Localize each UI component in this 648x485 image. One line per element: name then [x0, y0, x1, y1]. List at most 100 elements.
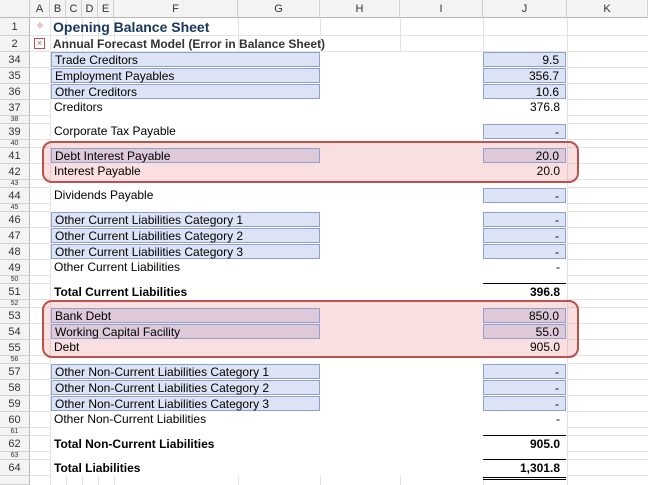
creditors-value[interactable]: 376.8	[483, 100, 566, 115]
row-header-60[interactable]: 60	[0, 412, 30, 428]
row-header-38[interactable]: 38	[0, 116, 30, 124]
debt-interest-input[interactable]: 20.0	[483, 148, 566, 163]
column-header-b[interactable]: B	[50, 0, 66, 18]
dividends-input[interactable]: -	[483, 188, 566, 203]
tncl-label: Total Non-Current Liabilities	[54, 437, 215, 451]
row-header-55[interactable]: 55	[0, 340, 30, 356]
row-header-57[interactable]: 57	[0, 364, 30, 380]
page-subtitle: Annual Forecast Model (Error in Balance …	[53, 37, 326, 51]
select-all-corner[interactable]	[0, 0, 30, 18]
ocl-label: Other Current Liabilities	[54, 260, 181, 274]
wcf-label: Working Capital Facility	[51, 324, 320, 339]
tcl-label: Total Current Liabilities	[54, 285, 188, 299]
page-title: Opening Balance Sheet	[53, 19, 210, 35]
row-header-54[interactable]: 54	[0, 324, 30, 340]
ocl2-input[interactable]: -	[483, 228, 566, 243]
row-header-47[interactable]: 47	[0, 228, 30, 244]
row-header-50[interactable]: 50	[0, 276, 30, 284]
column-header-g[interactable]: G	[238, 0, 320, 18]
spreadsheet-grid[interactable]: A B C D E F G H I J K 1 2 34 35 36 37 38…	[0, 0, 648, 485]
bank-debt-input[interactable]: 850.0	[483, 308, 566, 323]
ocl2-label: Other Current Liabilities Category 2	[51, 228, 320, 243]
row-header-58[interactable]: 58	[0, 380, 30, 396]
row-header-51[interactable]: 51	[0, 284, 30, 300]
column-header-d[interactable]: D	[82, 0, 98, 18]
column-header-k[interactable]: K	[567, 0, 648, 18]
ocl1-input[interactable]: -	[483, 212, 566, 227]
expand-group-icon[interactable]: ✧	[34, 21, 46, 33]
column-header-h[interactable]: H	[320, 0, 400, 18]
ocl3-input[interactable]: -	[483, 244, 566, 259]
other-creditors-label: Other Creditors	[51, 84, 320, 99]
row-header-61[interactable]: 61	[0, 428, 30, 436]
ocl-value[interactable]: -	[483, 260, 566, 275]
oncl-value[interactable]: -	[483, 412, 566, 427]
row-header-34[interactable]: 34	[0, 52, 30, 68]
column-header-i[interactable]: I	[400, 0, 483, 18]
row-header-1[interactable]: 1	[0, 18, 30, 36]
tl-label: Total Liabilities	[54, 461, 141, 475]
row-header-43[interactable]: 43	[0, 180, 30, 188]
oncl2-label: Other Non-Current Liabilities Category 2	[51, 380, 320, 395]
row-header-blank	[0, 476, 30, 485]
column-header-j[interactable]: J	[483, 0, 567, 18]
double-underline	[483, 479, 566, 480]
row-header-48[interactable]: 48	[0, 244, 30, 260]
row-header-39[interactable]: 39	[0, 124, 30, 140]
oncl1-input[interactable]: -	[483, 364, 566, 379]
row-header-41[interactable]: 41	[0, 148, 30, 164]
row-header-36[interactable]: 36	[0, 84, 30, 100]
debt-value[interactable]: 905.0	[483, 340, 566, 355]
corporate-tax-label: Corporate Tax Payable	[54, 124, 176, 138]
oncl2-input[interactable]: -	[483, 380, 566, 395]
interest-payable-label: Interest Payable	[54, 164, 141, 178]
ocl1-label: Other Current Liabilities Category 1	[51, 212, 320, 227]
trade-creditors-label: Trade Creditors	[51, 52, 320, 67]
other-creditors-input[interactable]: 10.6	[483, 84, 566, 99]
oncl1-label: Other Non-Current Liabilities Category 1	[51, 364, 320, 379]
row-header-49[interactable]: 49	[0, 260, 30, 276]
row-header-2[interactable]: 2	[0, 36, 30, 52]
oncl3-label: Other Non-Current Liabilities Category 3	[51, 396, 320, 411]
ocl3-label: Other Current Liabilities Category 3	[51, 244, 320, 259]
trade-creditors-input[interactable]: 9.5	[483, 52, 566, 67]
gridline	[567, 18, 568, 485]
column-header-c[interactable]: C	[66, 0, 82, 18]
row-header-46[interactable]: 46	[0, 212, 30, 228]
total-underline	[483, 283, 566, 284]
debt-interest-label: Debt Interest Payable	[51, 148, 320, 163]
total-underline	[483, 435, 566, 436]
row-header-62[interactable]: 62	[0, 436, 30, 452]
tncl-value[interactable]: 905.0	[483, 437, 566, 452]
column-header-a[interactable]: A	[30, 0, 50, 18]
tcl-value[interactable]: 396.8	[483, 285, 566, 300]
row-header-37[interactable]: 37	[0, 100, 30, 116]
total-underline	[483, 459, 566, 460]
row-header-40[interactable]: 40	[0, 140, 30, 148]
row-header-56[interactable]: 56	[0, 356, 30, 364]
interest-payable-value[interactable]: 20.0	[483, 164, 566, 179]
dividends-label: Dividends Payable	[54, 188, 154, 202]
column-header-e[interactable]: E	[98, 0, 114, 18]
oncl3-input[interactable]: -	[483, 396, 566, 411]
collapse-group-icon[interactable]: ×	[34, 38, 45, 49]
employment-payables-label: Employment Payables	[51, 68, 320, 83]
row-header-45[interactable]: 45	[0, 204, 30, 212]
row-header-44[interactable]: 44	[0, 188, 30, 204]
employment-payables-input[interactable]: 356.7	[483, 68, 566, 83]
row-header-59[interactable]: 59	[0, 396, 30, 412]
creditors-label: Creditors	[54, 100, 103, 114]
row-header-52[interactable]: 52	[0, 300, 30, 308]
tl-value[interactable]: 1,301.8	[483, 461, 566, 476]
bank-debt-label: Bank Debt	[51, 308, 320, 323]
debt-label: Debt	[54, 340, 80, 354]
wcf-input[interactable]: 55.0	[483, 324, 566, 339]
row-header-53[interactable]: 53	[0, 308, 30, 324]
row-header-64[interactable]: 64	[0, 460, 30, 476]
column-header-f[interactable]: F	[114, 0, 238, 18]
row-header-42[interactable]: 42	[0, 164, 30, 180]
corporate-tax-input[interactable]: -	[483, 124, 566, 139]
double-underline	[483, 477, 566, 478]
row-header-63[interactable]: 63	[0, 452, 30, 460]
row-header-35[interactable]: 35	[0, 68, 30, 84]
